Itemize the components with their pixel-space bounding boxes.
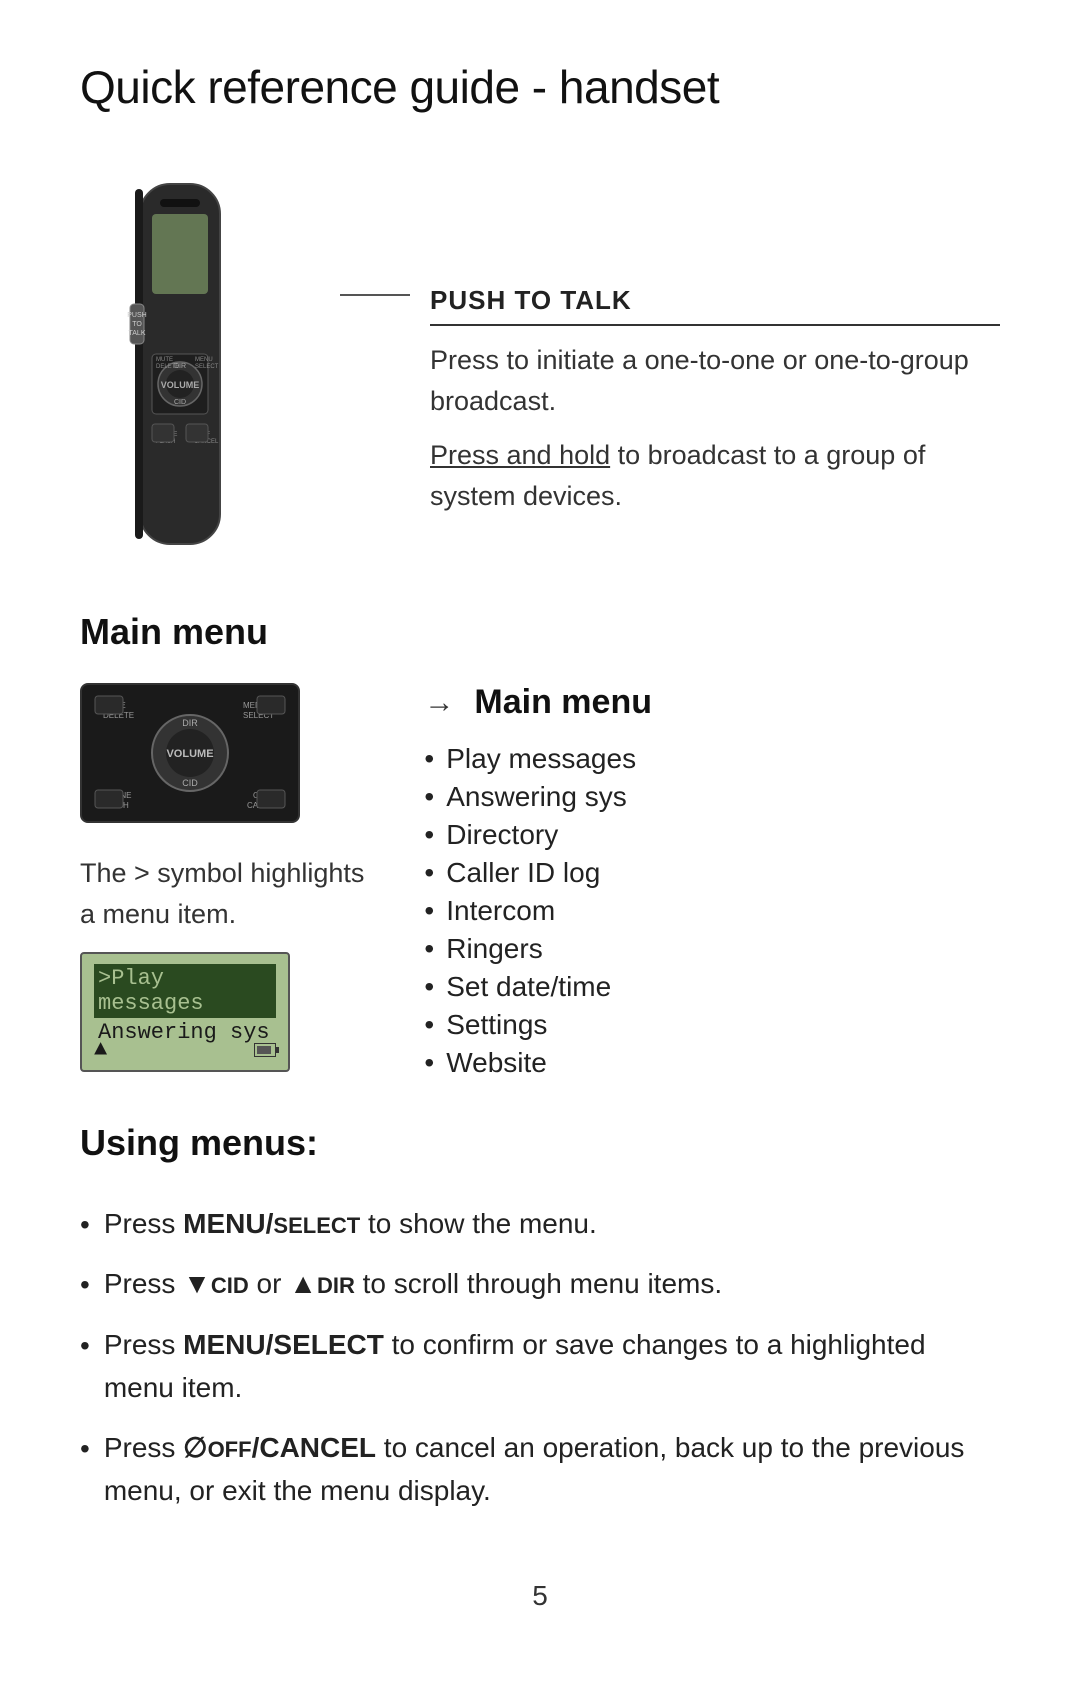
- list-item: Answering sys: [424, 778, 1000, 816]
- menu-list: Play messages Answering sys Directory Ca…: [424, 740, 1000, 1082]
- push-to-talk-section: PUSH TO TALK Press to initiate a one-to-…: [430, 164, 1000, 516]
- page-title: Quick reference guide - handset: [80, 60, 1000, 114]
- left-column: VOLUME DIR CID MUTE DELETE MENU SELECT P…: [80, 683, 364, 1072]
- svg-text:MUTE: MUTE: [156, 357, 173, 363]
- using-list-item-3: Press MENU/SELECT to confirm or save cha…: [80, 1315, 1000, 1418]
- main-menu-content: VOLUME DIR CID MUTE DELETE MENU SELECT P…: [80, 683, 1000, 1082]
- svg-text:TO: TO: [132, 321, 142, 328]
- using-menus-section: Using menus: Press MENU/SELECT to show t…: [80, 1122, 1000, 1520]
- using-item1-text: Press MENU/SELECT to show the menu.: [104, 1202, 597, 1245]
- list-item: Set date/time: [424, 968, 1000, 1006]
- using-menus-heading: Using menus:: [80, 1122, 1000, 1164]
- svg-text:SELECT: SELECT: [195, 364, 219, 370]
- lcd-battery-icon: [254, 1043, 276, 1057]
- svg-text:VOLUME: VOLUME: [166, 748, 213, 760]
- right-column: → Main menu Play messages Answering sys …: [424, 683, 1000, 1082]
- dir-bold: ▲DIR: [289, 1268, 355, 1299]
- keypad-diagram: VOLUME DIR CID MUTE DELETE MENU SELECT P…: [80, 683, 300, 823]
- top-section: PUSH TO TALK VOLUME MUTE DELETE MENU SEL…: [80, 164, 1000, 561]
- menu-select-bold: MENU/SELECT: [183, 1208, 360, 1239]
- svg-text:CID: CID: [182, 778, 198, 788]
- handset-image: PUSH TO TALK VOLUME MUTE DELETE MENU SEL…: [80, 174, 280, 561]
- lcd-preview: >Play messages Answering sys ▲: [80, 952, 290, 1072]
- list-item: Intercom: [424, 892, 1000, 930]
- svg-text:CID: CID: [174, 399, 186, 406]
- page-number: 5: [80, 1580, 1000, 1612]
- list-item: Play messages: [424, 740, 1000, 778]
- list-item: Directory: [424, 816, 1000, 854]
- using-item2-text: Press ▼CID or ▲DIR to scroll through men…: [104, 1262, 722, 1305]
- ptt-press-hold: Press and hold: [430, 440, 610, 470]
- using-list-item-4: Press ∅OFF/CANCEL to cancel an operation…: [80, 1418, 1000, 1521]
- ptt-desc2: Press and hold to broadcast to a group o…: [430, 435, 1000, 516]
- svg-text:TALK: TALK: [129, 330, 146, 337]
- lcd-up-arrow: ▲: [94, 1037, 107, 1062]
- svg-text:DIR: DIR: [182, 718, 198, 728]
- main-menu-heading: Main menu: [80, 611, 1000, 653]
- svg-text:VOLUME: VOLUME: [161, 380, 200, 390]
- main-menu-arrow-row: → Main menu: [424, 683, 1000, 722]
- lcd-line1: >Play messages: [94, 964, 276, 1018]
- ptt-label: PUSH TO TALK: [430, 285, 632, 315]
- using-list: Press MENU/SELECT to show the menu. Pres…: [80, 1194, 1000, 1520]
- menu-select-bold2: MENU/SELECT: [183, 1329, 384, 1360]
- using-item4-text: Press ∅OFF/CANCEL to cancel an operation…: [104, 1426, 1000, 1513]
- off-cancel-bold: ∅OFF/CANCEL: [183, 1432, 376, 1463]
- using-item3-text: Press MENU/SELECT to confirm or save cha…: [104, 1323, 1000, 1410]
- svg-text:DIR: DIR: [174, 363, 186, 370]
- submenu-heading: Main menu: [474, 683, 652, 722]
- lcd-bottom-bar: ▲: [94, 1037, 276, 1062]
- main-menu-section: Main menu VOLUME DIR CID MUTE DELETE: [80, 611, 1000, 1082]
- list-item: Ringers: [424, 930, 1000, 968]
- list-item: Caller ID log: [424, 854, 1000, 892]
- list-item: Website: [424, 1044, 1000, 1082]
- cid-bold: ▼CID: [183, 1268, 249, 1299]
- list-item: Settings: [424, 1006, 1000, 1044]
- svg-text:MENU: MENU: [195, 357, 213, 363]
- arrow-right-icon: →: [424, 686, 454, 720]
- svg-text:PUSH: PUSH: [127, 312, 146, 319]
- using-list-item-1: Press MENU/SELECT to show the menu.: [80, 1194, 1000, 1254]
- using-list-item-2: Press ▼CID or ▲DIR to scroll through men…: [80, 1254, 1000, 1314]
- ptt-desc1: Press to initiate a one-to-one or one-to…: [430, 340, 1000, 421]
- symbol-desc: The > symbol highlights a menu item.: [80, 853, 364, 934]
